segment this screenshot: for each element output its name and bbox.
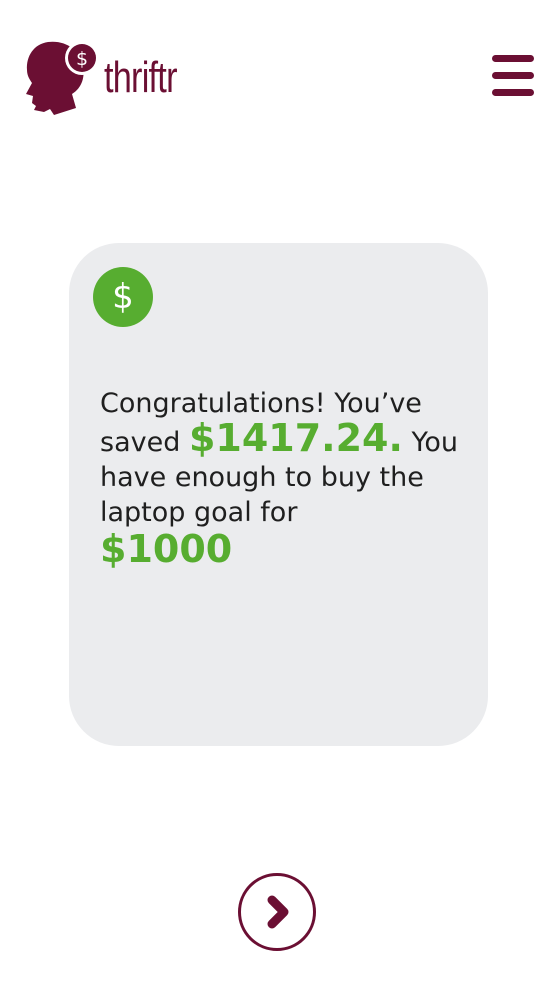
goal-amount: $1000: [100, 527, 233, 571]
next-button[interactable]: [238, 873, 316, 951]
savings-goal-card: $ Congratulations! You’ve saved $1417.24…: [69, 243, 488, 746]
dollar-icon: $: [93, 267, 153, 327]
svg-text:$: $: [76, 48, 88, 70]
screen: $ thriftr $ Congratulations! You’ve save…: [0, 0, 557, 990]
chevron-right-icon: [267, 895, 289, 929]
menu-button[interactable]: [492, 55, 534, 97]
app-logo[interactable]: $ thriftr: [24, 36, 197, 116]
hamburger-menu-icon-bar: [492, 55, 534, 62]
hamburger-menu-icon-bar: [492, 72, 534, 79]
head-with-dollar-coin-icon: $: [26, 41, 99, 116]
saved-amount: $1417.24.: [188, 416, 403, 460]
logo-text: thriftr: [104, 53, 178, 102]
hamburger-menu-icon-bar: [492, 89, 534, 96]
congratulations-message: Congratulations! You’ve saved $1417.24. …: [100, 386, 470, 568]
